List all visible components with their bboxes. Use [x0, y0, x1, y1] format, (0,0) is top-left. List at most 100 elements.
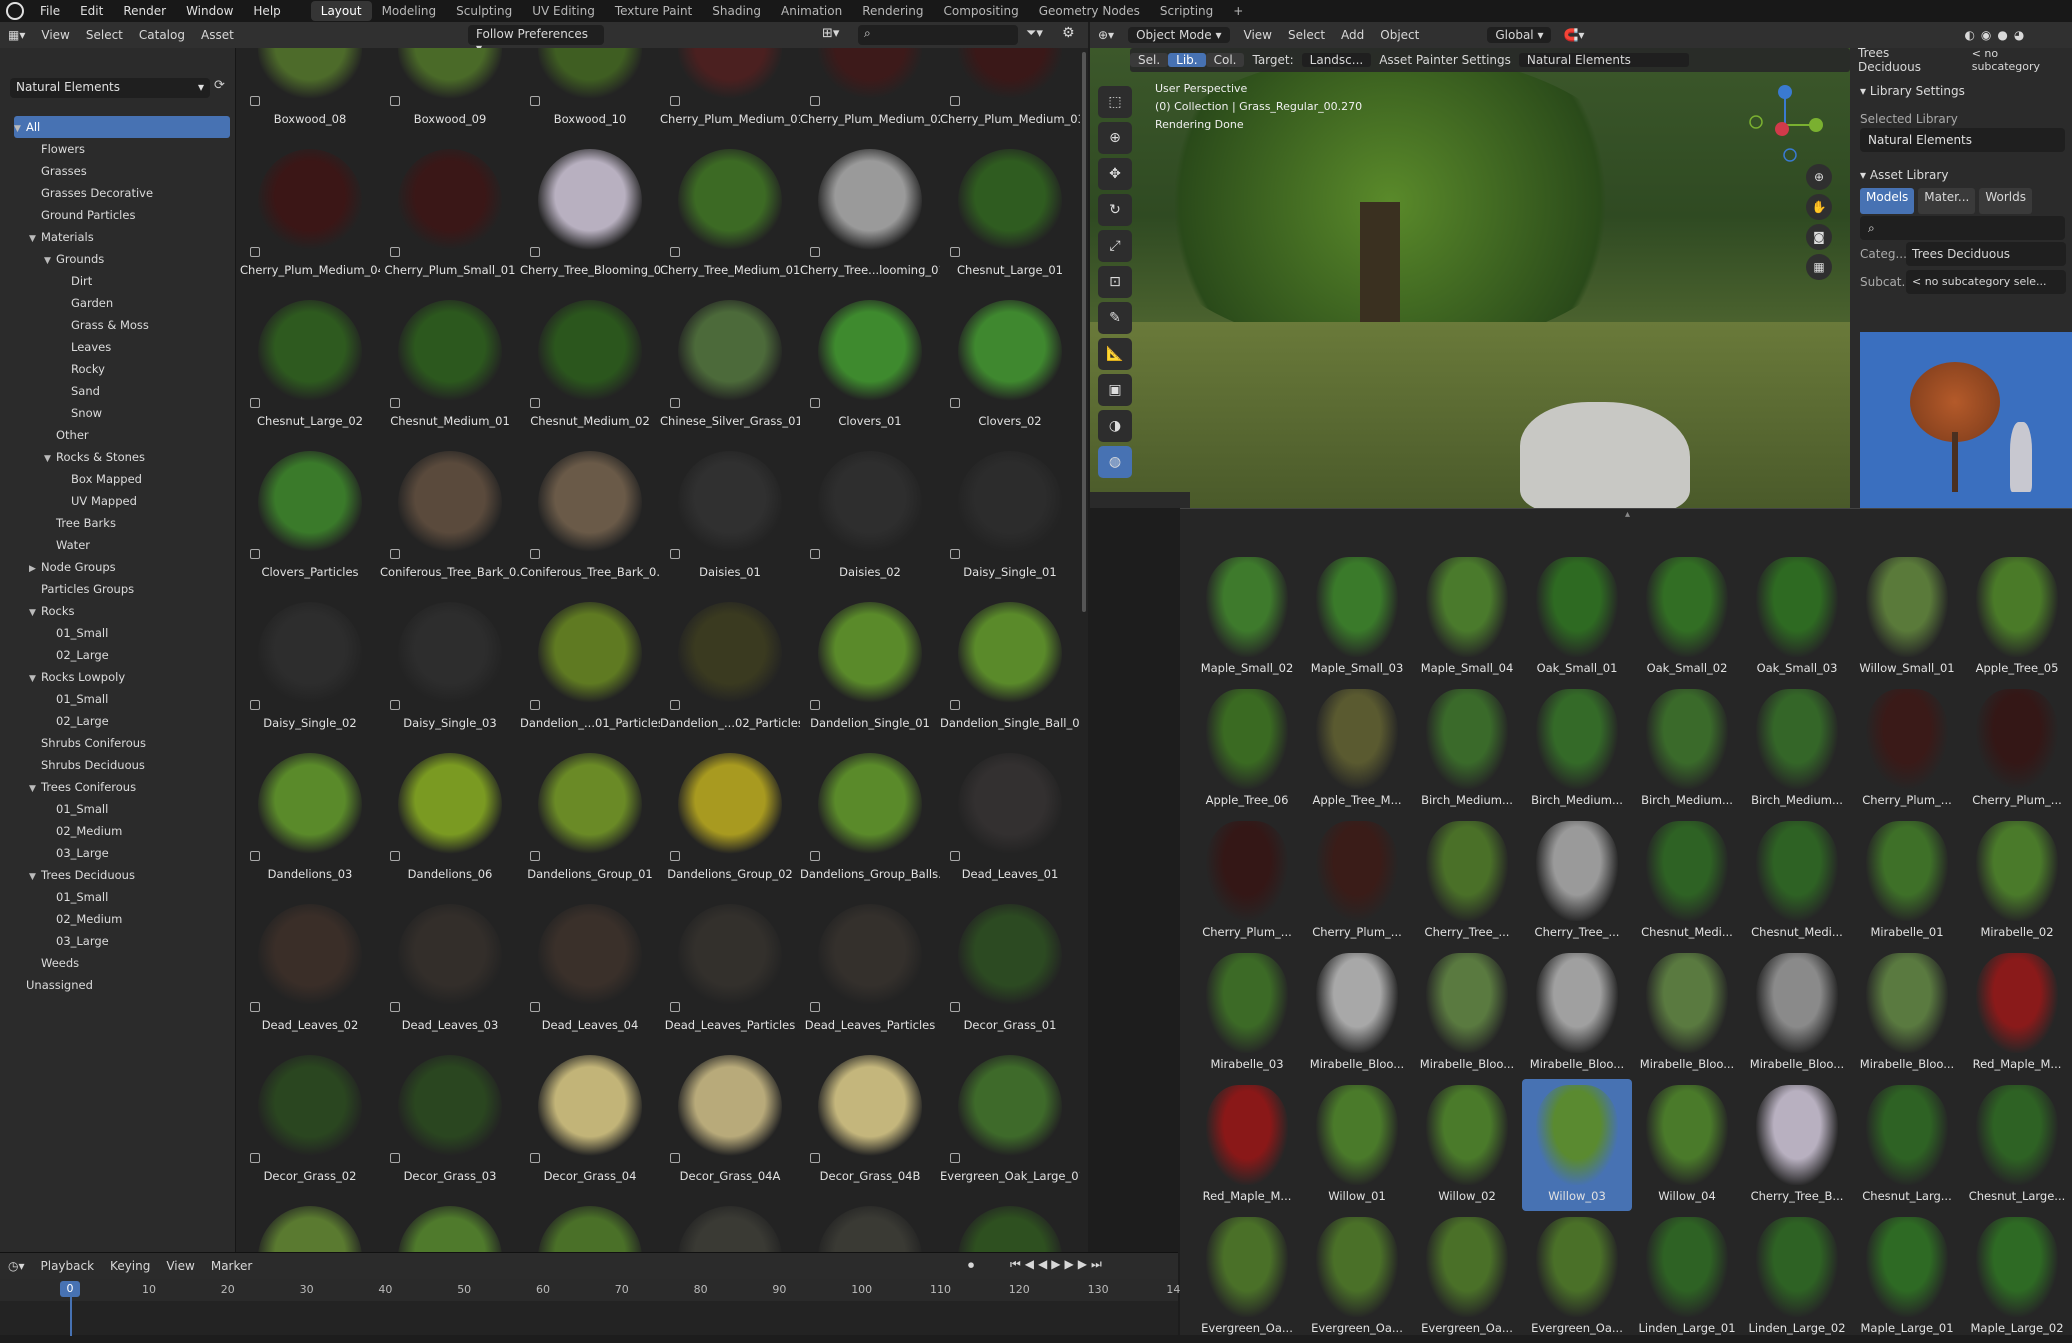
popover-asset-tile[interactable]: Mirabelle_Bloo... [1852, 947, 1962, 1079]
catalog-item[interactable]: Grasses [14, 160, 230, 182]
cursor-tool-icon[interactable]: ⊕ [1098, 122, 1132, 154]
navigation-gizmo[interactable] [1740, 80, 1830, 170]
record-icon[interactable]: ⏺ [968, 1258, 974, 1273]
catalog-item[interactable]: 01_Small [14, 688, 230, 710]
asset-tile[interactable]: Daisy_Single_02 [240, 592, 380, 743]
catalog-item[interactable]: ▼ Rocks & Stones [14, 446, 230, 468]
popover-asset-tile[interactable]: Willow_Small_01 [1852, 551, 1962, 683]
popover-asset-tile[interactable]: Mirabelle_Bloo... [1302, 947, 1412, 1079]
popover-asset-tile[interactable]: Willow_01 [1302, 1079, 1412, 1211]
asset-tile[interactable]: Dead_Leaves_01 [940, 743, 1080, 894]
editor-type-icon[interactable]: ⊕▾ [1090, 28, 1122, 42]
asset-tile[interactable]: Decor_Grass_04B [800, 1045, 940, 1196]
popover-asset-tile[interactable]: Maple_Large_01 [1852, 1211, 1962, 1343]
menu-view[interactable]: View [33, 28, 77, 42]
library-settings-section[interactable]: ▾ Library Settings [1850, 78, 2072, 104]
asset-tile[interactable]: Chinese_Silver_Grass_01 [660, 290, 800, 441]
asset-tile[interactable]: Dandelion_Single_01 [800, 592, 940, 743]
asset-tile[interactable]: Dead_Leaves_Particles [800, 894, 940, 1045]
subcat-dropdown[interactable]: < no subcategory [1964, 47, 2072, 73]
frame-ruler[interactable]: 10 20 30 40 50 60 70 80 90 100 110 120 130 140 [0, 1279, 1187, 1301]
asset-tile[interactable]: Cherry_Tree_Medium_01 [660, 139, 800, 290]
tab-geometry-nodes[interactable]: Geometry Nodes [1029, 1, 1150, 21]
popover-scroll-up-icon[interactable]: ▴ [1625, 509, 1630, 520]
popover-asset-tile[interactable]: Birch_Medium... [1412, 683, 1522, 815]
expand-toggle-icon[interactable]: ▶ [29, 558, 41, 580]
measure-tool-icon[interactable]: 📐 [1098, 338, 1132, 370]
asset-search-input[interactable]: ⌕ [858, 25, 1018, 45]
popover-asset-tile[interactable]: Red_Maple_M... [1192, 1079, 1302, 1211]
catalog-item[interactable]: Grass & Moss [14, 314, 230, 336]
popover-asset-tile[interactable]: Cherry_Tree_B... [1742, 1079, 1852, 1211]
annotate-tool-icon[interactable]: ✎ [1098, 302, 1132, 334]
menu-catalog[interactable]: Catalog [131, 28, 193, 42]
popover-asset-tile[interactable]: Mirabelle_02 [1962, 815, 2072, 947]
asset-tile[interactable]: Cherry_Plum_Medium_02 [800, 48, 940, 139]
menu-asset[interactable]: Asset [193, 28, 242, 42]
asset-tile[interactable]: Dead_Leaves_02 [240, 894, 380, 1045]
catalog-item[interactable]: 01_Small [14, 886, 230, 908]
blender-logo-icon[interactable] [6, 2, 24, 20]
popover-asset-tile[interactable]: Linden_Large_01 [1632, 1211, 1742, 1343]
popover-asset-tile[interactable]: Apple_Tree_06 [1192, 683, 1302, 815]
rotate-tool-icon[interactable]: ↻ [1098, 194, 1132, 226]
asset-tile[interactable]: Coniferous_Tree_Bark_0... [380, 441, 520, 592]
tab-texture-paint[interactable]: Texture Paint [605, 1, 702, 21]
catalog-item[interactable]: ▼ All [14, 116, 230, 138]
popover-asset-tile[interactable]: Maple_Large_02 [1962, 1211, 2072, 1343]
catalog-item[interactable]: 02_Medium [14, 820, 230, 842]
popover-asset-tile[interactable]: Mirabelle_01 [1852, 815, 1962, 947]
expand-toggle-icon[interactable]: ▼ [29, 778, 41, 800]
popover-asset-tile[interactable]: Maple_Small_02 [1192, 551, 1302, 683]
popover-asset-tile[interactable]: Linden_Large_02 [1742, 1211, 1852, 1343]
library-dropdown[interactable]: Natural Elements ▾ [10, 78, 210, 98]
popover-asset-tile[interactable]: Apple_Tree_05 [1962, 551, 2072, 683]
tab-animation[interactable]: Animation [771, 1, 852, 21]
menu-object[interactable]: Object [1372, 28, 1427, 42]
asset-tile[interactable]: Evergreen_Oak_Large_01 [940, 1045, 1080, 1196]
catalog-item[interactable]: Rocky [14, 358, 230, 380]
menu-view[interactable]: View [1236, 28, 1280, 42]
menu-select[interactable]: Select [78, 28, 131, 42]
asset-tile[interactable]: Cherry_Tree_Blooming_01 [520, 139, 660, 290]
subcategory-dropdown[interactable]: < no subcategory sele... [1906, 270, 2066, 294]
menu-view[interactable]: View [158, 1259, 202, 1273]
menu-keying[interactable]: Keying [102, 1259, 158, 1273]
catalog-item[interactable]: ▼ Trees Coniferous [14, 776, 230, 798]
asset-tile[interactable]: Chesnut_Medium_01 [380, 290, 520, 441]
playhead[interactable]: 0 [60, 1281, 80, 1297]
menu-file[interactable]: File [30, 0, 70, 22]
move-tool-icon[interactable]: ✥ [1098, 158, 1132, 190]
popover-asset-tile[interactable]: Chesnut_Medi... [1742, 815, 1852, 947]
catalog-item[interactable]: Tree Barks [14, 512, 230, 534]
asset-tile[interactable]: Dandelion_...01_Particles [520, 592, 660, 743]
tab-worlds[interactable]: Worlds [1979, 188, 2032, 214]
tab-uv-editing[interactable]: UV Editing [522, 1, 605, 21]
expand-toggle-icon[interactable]: ▼ [44, 250, 56, 272]
asset-tile[interactable]: Clovers_01 [800, 290, 940, 441]
catalog-item[interactable]: 02_Large [14, 710, 230, 732]
catalog-item[interactable]: Sand [14, 380, 230, 402]
catalog-item[interactable]: Particles Groups [14, 578, 230, 600]
popover-asset-tile[interactable]: Chesnut_Larg... [1852, 1079, 1962, 1211]
popover-asset-tile[interactable]: Mirabelle_Bloo... [1412, 947, 1522, 1079]
tab-modeling[interactable]: Modeling [372, 1, 447, 21]
asset-tile[interactable]: Dead_Leaves_03 [380, 894, 520, 1045]
asset-tile[interactable]: Decor_Grass_01 [940, 894, 1080, 1045]
catalog-item[interactable]: Leaves [14, 336, 230, 358]
popover-asset-tile[interactable]: Maple_Small_04 [1412, 551, 1522, 683]
tab-shading[interactable]: Shading [702, 1, 771, 21]
menu-window[interactable]: Window [176, 0, 243, 22]
popover-asset-tile[interactable]: Mirabelle_Bloo... [1742, 947, 1852, 1079]
catalog-item[interactable]: 01_Small [14, 798, 230, 820]
catalog-item[interactable]: Shrubs Deciduous [14, 754, 230, 776]
catalog-dropdown[interactable]: Trees Deciduous [1850, 46, 1964, 74]
popover-asset-tile[interactable]: Evergreen_Oa... [1192, 1211, 1302, 1343]
transform-tool-icon[interactable]: ⊡ [1098, 266, 1132, 298]
catalog-item[interactable]: Garden [14, 292, 230, 314]
grid-view-icon[interactable]: ▦ [1806, 254, 1832, 280]
asset-tile[interactable]: Daisy_Single_03 [380, 592, 520, 743]
expand-toggle-icon[interactable]: ▼ [29, 668, 41, 690]
viewport-shading-icons[interactable]: ◐◉●◕ [1964, 28, 2030, 42]
popover-asset-tile[interactable]: Mirabelle_Bloo... [1522, 947, 1632, 1079]
